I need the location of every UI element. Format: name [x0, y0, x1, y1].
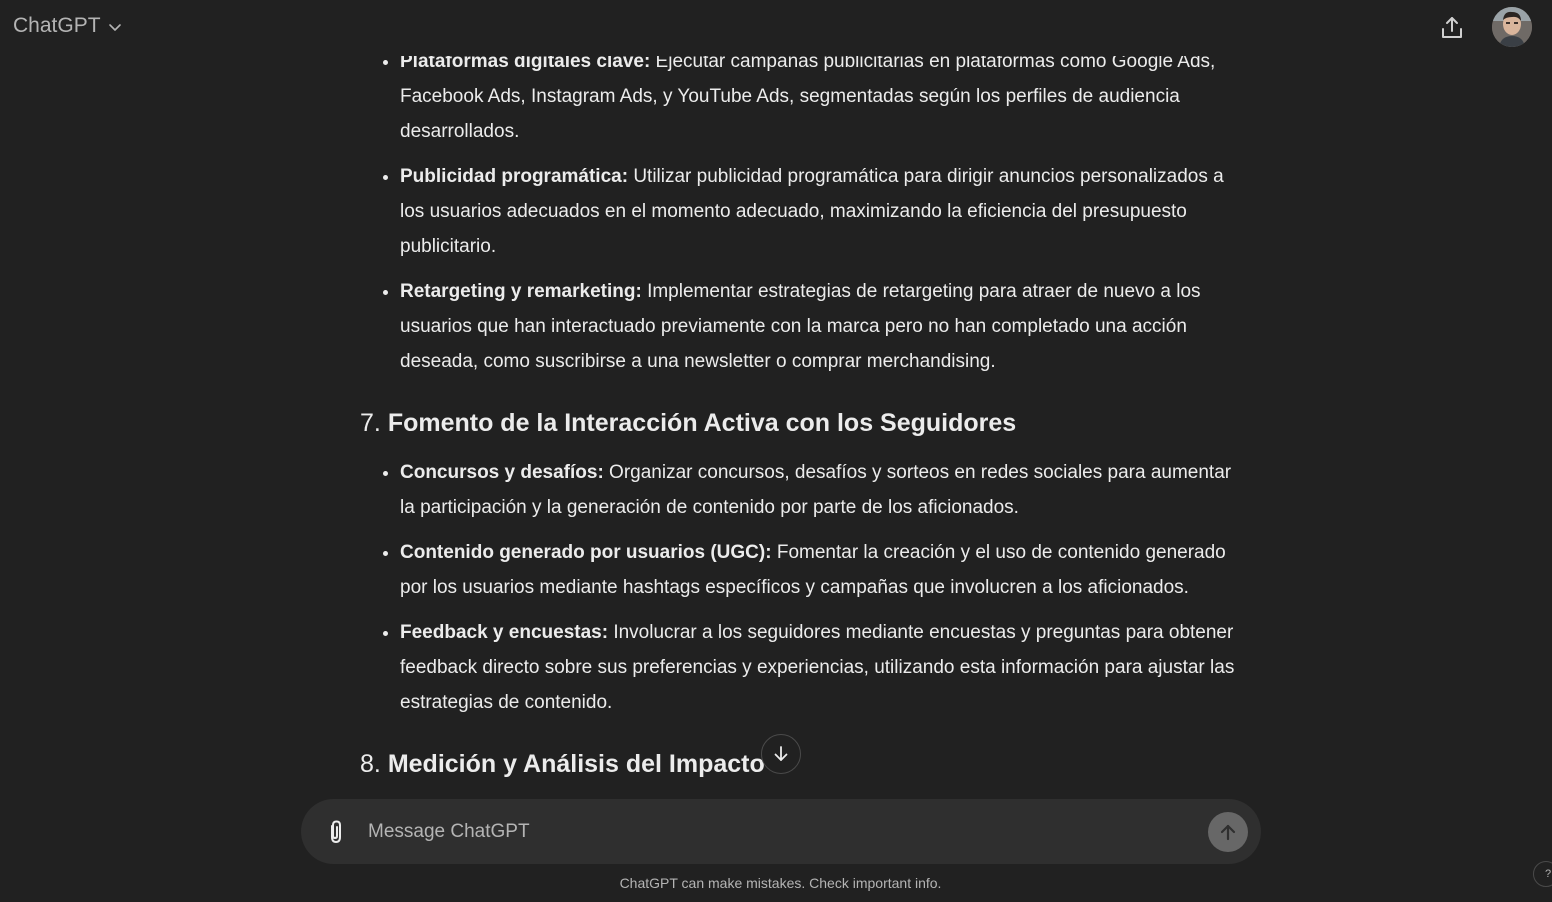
model-name: ChatGPT [13, 14, 101, 37]
help-button[interactable]: ? [1533, 861, 1552, 887]
user-avatar[interactable] [1492, 7, 1532, 47]
list-item: Retargeting y remarketing: Implementar e… [400, 274, 1250, 379]
share-icon [1442, 17, 1462, 38]
section6-list: Plataformas digitales clave: Ejecutar ca… [360, 44, 1250, 379]
assistant-message: Plataformas digitales clave: Ejecutar ca… [360, 44, 1250, 790]
top-bar: ChatGPT [0, 0, 1552, 56]
chevron-down-icon [108, 24, 121, 31]
list-item: Plataformas digitales clave: Ejecutar ca… [400, 44, 1250, 149]
section-number: 8. [360, 750, 381, 778]
attach-button[interactable] [323, 818, 349, 846]
send-button[interactable] [1208, 812, 1248, 852]
list-item: Feedback y encuestas: Involucrar a los s… [400, 615, 1250, 720]
share-button[interactable] [1436, 12, 1468, 44]
conversation-area: Plataformas digitales clave: Ejecutar ca… [0, 0, 1552, 790]
bullet-title: Publicidad programática: [400, 166, 629, 187]
bullet-title: Feedback y encuestas: [400, 622, 609, 643]
section-title: Medición y Análisis del Impacto [387, 750, 765, 778]
bullet-title: Contenido generado por usuarios (UGC): [400, 542, 772, 563]
message-composer [301, 799, 1261, 864]
disclaimer-text: ChatGPT can make mistakes. Check importa… [619, 875, 942, 891]
section7-heading: 7. Fomento de la Interacción Activa con … [360, 403, 1250, 443]
section-title: Fomento de la Interacción Activa con los… [387, 409, 1017, 437]
list-item: Contenido generado por usuarios (UGC): F… [400, 535, 1250, 605]
scroll-to-bottom-button[interactable] [761, 734, 801, 774]
section-number: 7. [360, 409, 381, 437]
avatar-image [1492, 7, 1532, 47]
list-item: Publicidad programática: Utilizar public… [400, 159, 1250, 264]
message-input[interactable] [366, 813, 1190, 851]
section7-list: Concursos y desafíos: Organizar concurso… [360, 455, 1250, 720]
arrow-up-icon [1220, 824, 1236, 841]
section8-heading: 8. Medición y Análisis del Impacto [360, 744, 1250, 784]
bullet-title: Concursos y desafíos: [400, 462, 604, 483]
arrow-down-icon [774, 746, 788, 761]
paperclip-icon [331, 820, 341, 843]
list-item: Concursos y desafíos: Organizar concurso… [400, 455, 1250, 525]
bullet-title: Retargeting y remarketing: [400, 281, 642, 302]
model-selector[interactable]: ChatGPT [13, 14, 123, 38]
